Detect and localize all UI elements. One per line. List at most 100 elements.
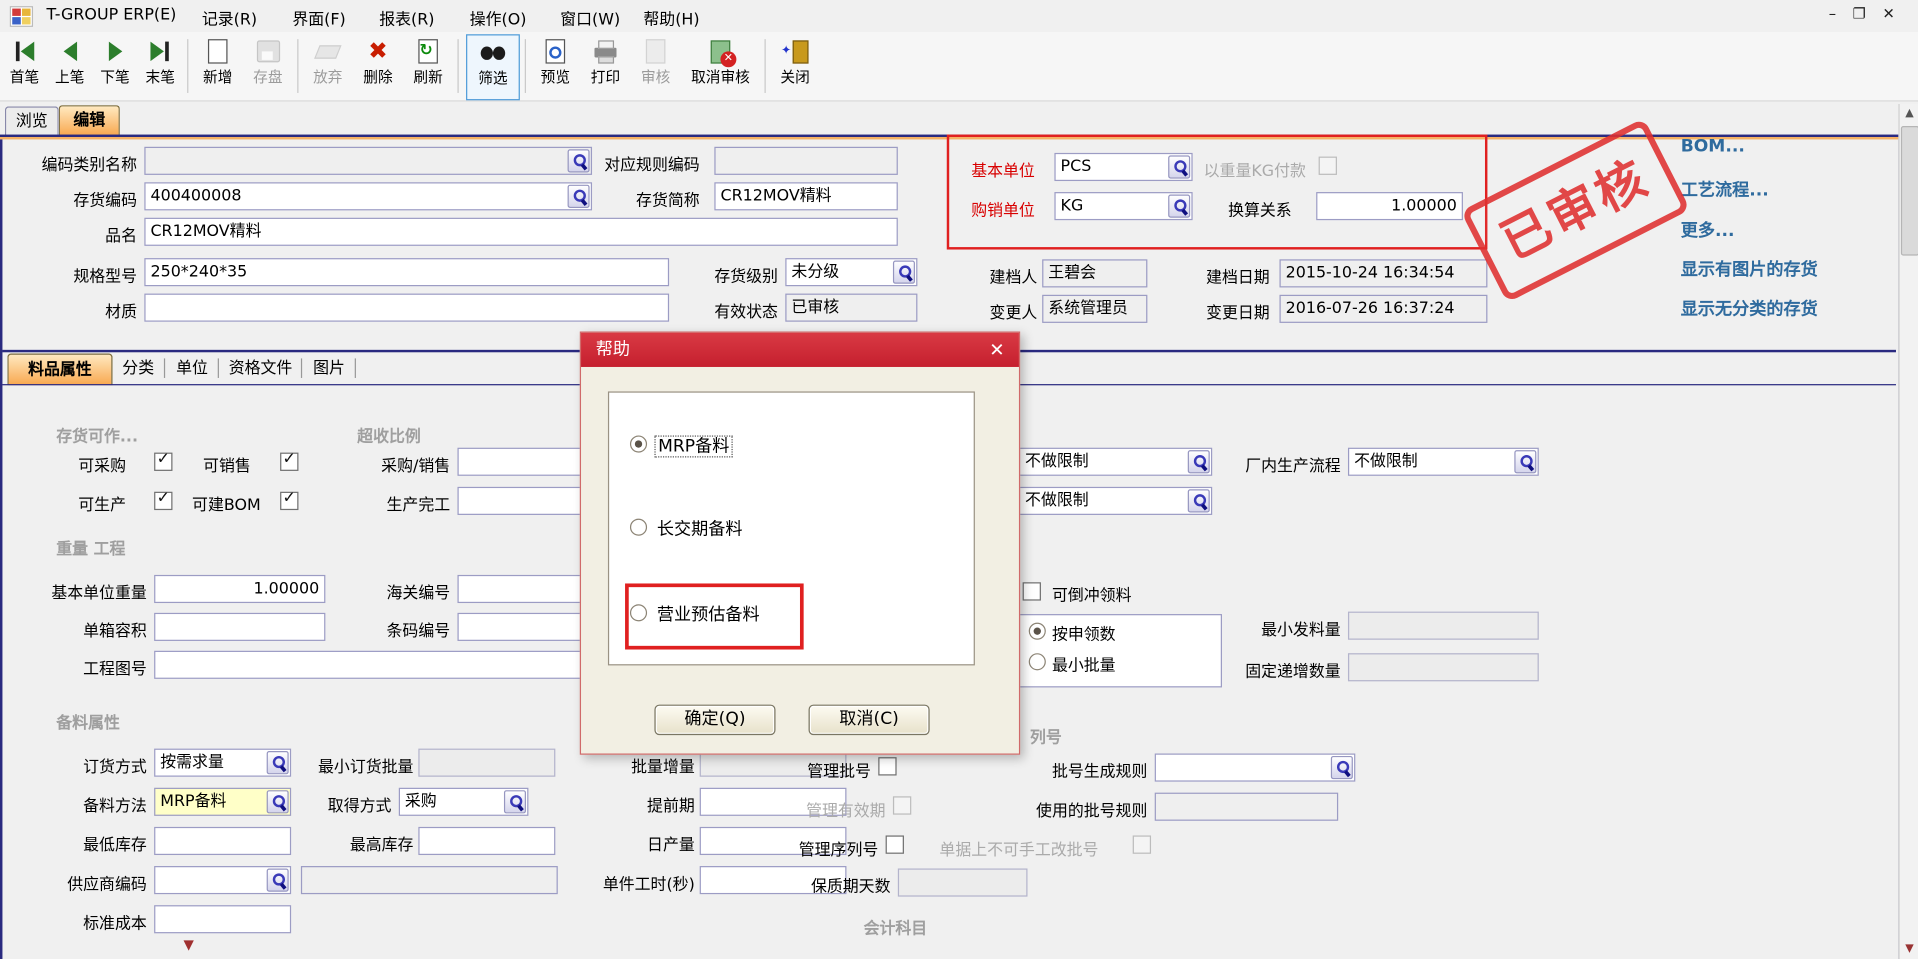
menu-bar: T-GROUP ERP(E) 记录(R) 界面(F) 报表(R) 操作(O) 窗… xyxy=(0,0,1918,33)
lookup-icon[interactable] xyxy=(893,261,915,284)
restrict-combo-2[interactable]: 不做限制 xyxy=(1019,487,1212,515)
order-mode-combo[interactable]: 按需求量 xyxy=(154,749,291,777)
spec-input[interactable]: 250*240*35 xyxy=(144,258,669,286)
link-show-unclassified[interactable]: 显示无分类的存货 xyxy=(1681,296,1818,320)
supplier-code-combo[interactable] xyxy=(154,866,291,894)
help-dialog-titlebar[interactable]: 帮助 xyxy=(581,333,1019,367)
lookup-icon[interactable] xyxy=(504,790,526,813)
item-code-input[interactable]: 400400008 xyxy=(144,182,592,210)
rule-code-input[interactable] xyxy=(714,147,897,175)
lookup-icon[interactable] xyxy=(1514,450,1536,473)
scroll-up-icon[interactable]: ▲ xyxy=(1900,104,1918,124)
code-type-input[interactable] xyxy=(144,147,592,175)
preview-button[interactable]: 预览 xyxy=(532,34,578,98)
product-name-input[interactable]: CR12MOV精料 xyxy=(144,218,897,246)
purchasable-checkbox[interactable] xyxy=(154,453,172,471)
menu-action[interactable]: 操作(O) xyxy=(470,6,527,29)
manage-batch-checkbox[interactable] xyxy=(878,757,896,775)
tab-browse[interactable]: 浏览 xyxy=(5,106,59,137)
first-record-button[interactable]: 首笔 xyxy=(2,34,46,98)
base-unit-combo[interactable]: PCS xyxy=(1054,153,1192,181)
lookup-icon[interactable] xyxy=(267,868,289,891)
prep-method-combo[interactable]: MRP备料 xyxy=(154,788,291,816)
prev-record-button[interactable]: 上笔 xyxy=(48,34,92,98)
cancel-audit-button[interactable]: ✕ 取消审核 xyxy=(683,34,759,98)
scroll-down-icon[interactable]: ▼ xyxy=(1900,939,1918,959)
new-button[interactable]: 新增 xyxy=(194,34,240,98)
dropdown-arrow-icon[interactable]: ▼ xyxy=(183,937,193,953)
lookup-icon[interactable] xyxy=(267,751,289,774)
subtab-item-attributes[interactable]: 料品属性 xyxy=(7,354,112,386)
item-short-label: 存货简称 xyxy=(616,187,699,210)
box-volume-input[interactable] xyxy=(154,613,325,641)
producible-checkbox[interactable] xyxy=(154,492,172,510)
menu-app[interactable]: T-GROUP ERP(E) xyxy=(46,6,176,24)
conversion-input[interactable]: 1.00000 xyxy=(1316,192,1463,220)
lookup-icon[interactable] xyxy=(1168,194,1190,217)
dialog-ok-button[interactable]: 确定(Q) xyxy=(654,705,775,736)
trade-unit-combo[interactable]: KG xyxy=(1054,192,1192,220)
lookup-icon[interactable] xyxy=(568,149,590,172)
restrict-combo-1[interactable]: 不做限制 xyxy=(1019,448,1212,476)
menu-window[interactable]: 窗口(W) xyxy=(560,6,620,29)
menu-record[interactable]: 记录(R) xyxy=(202,6,257,29)
by-request-radio[interactable] xyxy=(1029,623,1046,640)
menu-report[interactable]: 报表(R) xyxy=(379,6,434,29)
status-value: 已审核 xyxy=(785,294,917,322)
min-stock-label: 最低库存 xyxy=(64,832,147,855)
scrollbar-thumb[interactable] xyxy=(1901,126,1918,256)
refresh-button[interactable]: ↻ 刷新 xyxy=(405,34,451,98)
manage-serial-checkbox[interactable] xyxy=(886,835,904,853)
lookup-icon[interactable] xyxy=(1331,756,1353,779)
level-combo[interactable]: 未分级 xyxy=(785,258,917,286)
sellable-checkbox[interactable] xyxy=(280,453,298,471)
tab-edit[interactable]: 编辑 xyxy=(59,105,120,136)
backflush-checkbox[interactable] xyxy=(1023,582,1041,600)
material-input[interactable] xyxy=(144,294,669,322)
last-record-button[interactable]: 末笔 xyxy=(138,34,182,98)
restore-button[interactable]: ❐ xyxy=(1848,4,1870,25)
lookup-icon[interactable] xyxy=(267,790,289,813)
acquire-mode-combo[interactable]: 采购 xyxy=(399,788,529,816)
level-label: 存货级别 xyxy=(697,263,778,286)
subtab-category[interactable]: 分类 xyxy=(115,354,161,385)
std-cost-input[interactable] xyxy=(154,905,291,933)
dialog-cancel-button[interactable]: 取消(C) xyxy=(809,705,930,736)
lookup-icon[interactable] xyxy=(1188,489,1210,512)
menu-help[interactable]: 帮助(H) xyxy=(643,6,699,29)
lookup-icon[interactable] xyxy=(1188,450,1210,473)
option-long-lead-label[interactable]: 长交期备料 xyxy=(657,516,743,540)
vertical-scrollbar[interactable]: ▲ ▼ xyxy=(1898,104,1918,959)
lookup-icon[interactable] xyxy=(568,185,590,208)
base-weight-input[interactable]: 1.00000 xyxy=(154,575,325,603)
dialog-close-icon[interactable]: ✕ xyxy=(985,333,1009,367)
drawing-no-input[interactable] xyxy=(154,651,594,679)
option-mrp-label[interactable]: MRP备料 xyxy=(654,433,733,457)
subtab-image[interactable]: 图片 xyxy=(306,354,352,385)
item-short-input[interactable]: CR12MOV精料 xyxy=(714,182,897,210)
menu-view[interactable]: 界面(F) xyxy=(292,6,345,29)
batch-rule-combo[interactable] xyxy=(1155,753,1356,781)
close-button[interactable]: ✕ xyxy=(1878,4,1900,25)
max-stock-input[interactable] xyxy=(418,827,555,855)
minimize-button[interactable]: – xyxy=(1821,4,1843,25)
min-batch-radio[interactable] xyxy=(1029,653,1046,670)
delete-button[interactable]: ✖ 删除 xyxy=(355,34,401,98)
link-process-flow[interactable]: 工艺流程... xyxy=(1681,177,1769,201)
link-bom[interactable]: BOM... xyxy=(1681,137,1745,157)
link-show-with-images[interactable]: 显示有图片的存货 xyxy=(1681,257,1818,281)
factory-flow-combo[interactable]: 不做限制 xyxy=(1348,448,1539,476)
filter-button[interactable]: 筛选 xyxy=(466,34,520,100)
subtab-unit[interactable]: 单位 xyxy=(169,354,215,385)
option-mrp-radio[interactable] xyxy=(630,435,647,452)
close-form-button[interactable]: 关闭 xyxy=(772,34,818,98)
bomable-checkbox[interactable] xyxy=(280,492,298,510)
section-over-ratio: 超收比例 xyxy=(357,423,421,446)
print-button[interactable]: 打印 xyxy=(582,34,628,98)
lookup-icon[interactable] xyxy=(1168,155,1190,178)
next-record-button[interactable]: 下笔 xyxy=(93,34,137,98)
min-stock-input[interactable] xyxy=(154,827,291,855)
subtab-qualification[interactable]: 资格文件 xyxy=(223,354,299,385)
option-long-lead-radio[interactable] xyxy=(630,519,647,536)
link-more[interactable]: 更多... xyxy=(1681,218,1735,242)
